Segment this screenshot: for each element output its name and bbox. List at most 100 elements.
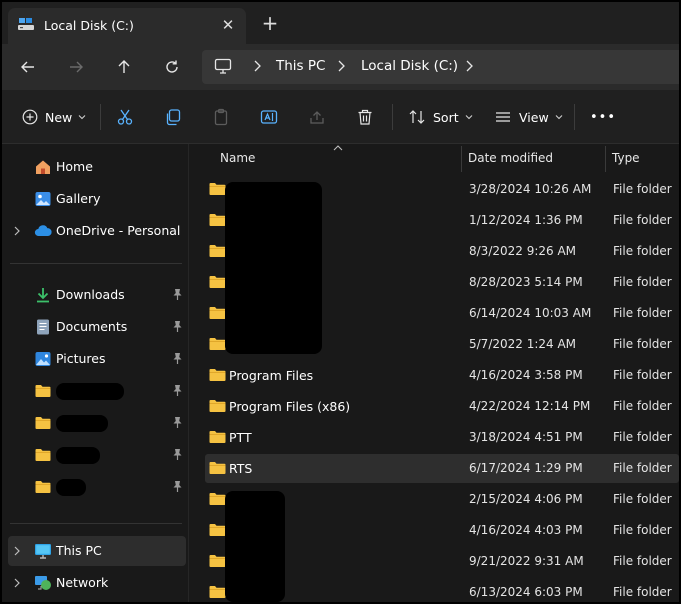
folder-icon	[209, 431, 226, 443]
separator	[392, 104, 393, 130]
view-label: View	[519, 109, 549, 125]
divider	[10, 263, 182, 264]
chevron-right-icon[interactable]	[12, 225, 22, 237]
file-date: 3/28/2024 10:26 AM	[469, 182, 592, 196]
column-separator[interactable]	[605, 146, 606, 172]
pin-icon[interactable]	[172, 448, 183, 461]
chevron-right-icon[interactable]	[12, 545, 22, 557]
folder-icon	[209, 400, 226, 412]
folder-icon	[209, 276, 226, 288]
file-date: 6/14/2024 10:03 AM	[469, 306, 592, 320]
table-row[interactable]: PTT 3/18/2024 4:51 PM File folder	[205, 423, 679, 452]
pin-icon[interactable]	[172, 416, 183, 429]
arrow-up-icon	[118, 60, 130, 73]
file-date: 8/28/2023 5:14 PM	[469, 275, 583, 289]
close-tab-icon[interactable]: ✕	[216, 13, 240, 37]
pin-icon[interactable]	[172, 352, 183, 365]
pin-icon[interactable]	[172, 320, 183, 333]
sidebar-item-label: Network	[56, 575, 109, 590]
forward-button[interactable]	[60, 51, 92, 83]
trash-icon	[358, 109, 372, 125]
sidebar-item-pinned-folder[interactable]	[8, 472, 186, 502]
back-button[interactable]	[12, 51, 44, 83]
file-name: RTS	[229, 461, 253, 476]
table-row[interactable]: Program Files (x86) 4/22/2024 12:14 PM Fil…	[205, 392, 679, 421]
pin-icon[interactable]	[172, 480, 183, 493]
redacted-label	[56, 383, 124, 400]
more-options-button[interactable]: •••	[588, 104, 616, 130]
rename-button[interactable]	[260, 104, 278, 130]
sidebar-item-network[interactable]: Network	[8, 568, 186, 598]
sidebar-item-label: Home	[56, 159, 93, 174]
sidebar-item-downloads[interactable]: Downloads	[8, 280, 186, 310]
file-date: 3/18/2024 4:51 PM	[469, 430, 583, 444]
divider	[10, 523, 182, 524]
separator	[100, 104, 101, 130]
file-explorer-window: Local Disk (C:) ✕ + This PC Local Disk (…	[2, 2, 679, 602]
address-bar[interactable]: This PC Local Disk (C:)	[202, 50, 679, 84]
sidebar-item-label: Gallery	[56, 191, 101, 206]
paste-button[interactable]	[212, 104, 230, 130]
copy-button[interactable]	[164, 104, 182, 130]
redaction-overlay	[225, 182, 322, 354]
view-button[interactable]: View	[494, 104, 563, 130]
column-header-type[interactable]: Type	[612, 144, 640, 172]
column-separator[interactable]	[461, 146, 462, 172]
column-header-date[interactable]: Date modified	[468, 144, 553, 172]
file-list: Name Date modified Type 3/28/2024 10:26 …	[189, 144, 679, 602]
tab-local-disk[interactable]: Local Disk (C:) ✕	[8, 8, 246, 44]
file-type: File folder	[613, 585, 672, 599]
new-tab-button[interactable]: +	[258, 11, 282, 35]
file-date: 9/21/2022 9:31 AM	[469, 554, 584, 568]
cut-button[interactable]	[116, 104, 134, 130]
sidebar-item-pinned-folder[interactable]	[8, 376, 186, 406]
breadcrumb-local-disk[interactable]: Local Disk (C:)	[361, 58, 458, 74]
view-list-icon	[496, 112, 510, 122]
file-name: Program Files	[229, 368, 314, 383]
file-type: File folder	[613, 306, 672, 320]
file-type: File folder	[613, 213, 672, 227]
folder-icon	[35, 449, 51, 461]
folder-icon	[209, 524, 226, 536]
sidebar-item-pinned-folder[interactable]	[8, 408, 186, 438]
share-button[interactable]	[308, 104, 326, 130]
sort-button[interactable]: Sort	[408, 104, 473, 130]
chevron-right-icon	[466, 60, 473, 72]
table-row[interactable]: RTS 6/17/2024 1:29 PM File folder	[205, 454, 679, 483]
file-date: 4/16/2024 3:58 PM	[469, 368, 583, 382]
table-row[interactable]: Program Files 4/16/2024 3:58 PM File folde…	[205, 361, 679, 390]
file-date: 1/12/2024 1:36 PM	[469, 213, 583, 227]
breadcrumb-this-pc[interactable]: This PC	[276, 58, 325, 74]
folder-icon	[209, 462, 226, 474]
arrow-left-icon	[21, 61, 34, 73]
chevron-right-icon	[254, 60, 261, 72]
sidebar-item-onedrive[interactable]: OneDrive - Personal	[8, 216, 186, 246]
chevron-down-icon	[465, 115, 473, 120]
file-date: 5/7/2022 1:24 AM	[469, 337, 577, 351]
column-header-name[interactable]: Name	[220, 144, 255, 172]
pin-icon[interactable]	[172, 384, 183, 397]
redacted-label	[56, 447, 100, 464]
chevron-right-icon[interactable]	[12, 577, 22, 589]
file-date: 4/16/2024 4:03 PM	[469, 523, 583, 537]
computer-icon	[214, 58, 232, 74]
pin-icon[interactable]	[172, 288, 183, 301]
delete-button[interactable]	[356, 104, 374, 130]
gallery-icon	[35, 192, 51, 206]
sidebar-item-documents[interactable]: Documents	[8, 312, 186, 342]
up-button[interactable]	[108, 51, 140, 83]
sidebar-item-pinned-folder[interactable]	[8, 440, 186, 470]
sidebar-item-home[interactable]: Home	[8, 152, 186, 182]
sidebar-item-gallery[interactable]: Gallery	[8, 184, 186, 214]
command-bar: New Sort View •••	[2, 90, 679, 144]
chevron-down-icon	[555, 115, 563, 120]
file-date: 6/13/2024 6:03 PM	[469, 585, 583, 599]
sidebar-item-label: This PC	[56, 543, 102, 558]
sidebar-item-label: Documents	[56, 319, 128, 334]
new-button[interactable]: New	[22, 104, 86, 130]
sidebar-item-this-pc[interactable]: This PC	[8, 536, 186, 566]
refresh-button[interactable]	[156, 51, 188, 83]
sidebar-item-pictures[interactable]: Pictures	[8, 344, 186, 374]
folder-icon	[209, 183, 226, 195]
sidebar-item-label: Downloads	[56, 287, 125, 302]
